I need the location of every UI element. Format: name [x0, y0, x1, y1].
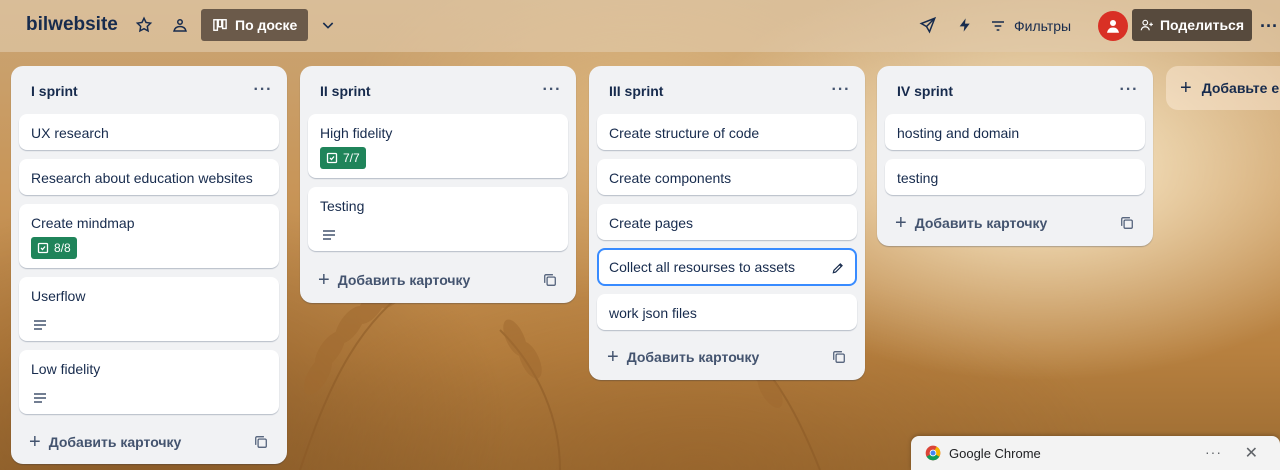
card[interactable]: High fidelity 7/7	[308, 114, 568, 178]
list-menu-button[interactable]: ···	[251, 78, 275, 102]
add-card-button[interactable]: + Добавить карточку	[597, 341, 801, 373]
list-menu-button[interactable]: ···	[540, 78, 564, 102]
card-title: Create structure of code	[609, 125, 760, 141]
card-title: hosting and domain	[897, 125, 1020, 141]
card[interactable]: Research about education websites	[19, 159, 279, 195]
checklist-count: 8/8	[54, 241, 71, 255]
card-title: Userflow	[31, 288, 86, 304]
add-card-label: Добавить карточку	[626, 349, 760, 365]
card-title: Create components	[609, 170, 732, 186]
checklist-icon	[37, 242, 49, 254]
add-card-button[interactable]: + Добавить карточку	[19, 426, 223, 458]
card-title: Testing	[320, 198, 365, 214]
plus-icon: +	[1180, 76, 1192, 99]
checklist-count: 7/7	[343, 151, 360, 165]
add-list-button[interactable]: + Добавьте еще колонку	[1166, 66, 1280, 110]
card-template-icon[interactable]	[538, 268, 562, 292]
list-title[interactable]: II sprint	[320, 83, 371, 99]
board-view-icon	[213, 19, 227, 31]
card-template-icon[interactable]	[827, 345, 851, 369]
chrome-notification[interactable]: Google Chrome ··· ✕	[911, 436, 1280, 470]
card[interactable]: Create structure of code	[597, 114, 857, 150]
add-member-icon	[1140, 19, 1153, 31]
automation-lightning-icon[interactable]	[951, 11, 979, 39]
user-icon	[1107, 20, 1119, 33]
description-icon	[323, 230, 335, 240]
list-menu-button[interactable]: ···	[829, 78, 853, 102]
list-i-sprint: I sprint ··· UX research Research about …	[11, 66, 287, 464]
add-card-button[interactable]: + Добавить карточку	[885, 207, 1089, 239]
chrome-logo-icon	[925, 445, 941, 461]
plus-icon: +	[895, 212, 907, 234]
card[interactable]: hosting and domain	[885, 114, 1145, 150]
card[interactable]: UX research	[19, 114, 279, 150]
card-title: Create pages	[609, 215, 694, 231]
card[interactable]: testing	[885, 159, 1145, 195]
card-title: Create mindmap	[31, 215, 135, 231]
checklist-badge: 8/8	[31, 237, 77, 259]
add-list-label: Добавьте еще колонку	[1201, 80, 1280, 96]
chevron-down-icon[interactable]	[314, 11, 342, 39]
card-focused[interactable]: Collect all resourses to assets	[597, 248, 857, 286]
list-ii-sprint: II sprint ··· High fidelity 7/7 Testing …	[300, 66, 576, 303]
share-label: Поделиться	[1159, 17, 1245, 33]
list-menu-button[interactable]: ···	[1117, 78, 1141, 102]
pencil-edit-icon[interactable]	[831, 261, 845, 275]
card[interactable]: Testing	[308, 187, 568, 251]
list-iii-sprint: III sprint ··· Create structure of code …	[589, 66, 865, 380]
card[interactable]: Create pages	[597, 204, 857, 240]
list-iv-sprint: IV sprint ··· hosting and domain testing…	[877, 66, 1153, 246]
chrome-notification-menu[interactable]: ···	[1205, 444, 1222, 460]
plus-icon: +	[607, 346, 619, 368]
card-title: testing	[897, 170, 939, 186]
card[interactable]: Create components	[597, 159, 857, 195]
filters-button[interactable]: Фильтры	[990, 12, 1071, 40]
filter-icon	[992, 21, 1004, 31]
close-icon[interactable]: ✕	[1245, 443, 1258, 463]
checklist-icon	[326, 152, 338, 164]
description-icon	[34, 393, 46, 403]
board-view-button[interactable]: По доске	[201, 9, 308, 41]
power-ups-icon[interactable]	[914, 11, 942, 39]
board-header: bilwebsite По доске Фильтры Поделиться ·…	[0, 0, 1280, 52]
filters-label: Фильтры	[1014, 18, 1072, 34]
card[interactable]: Low fidelity	[19, 350, 279, 414]
card-title: UX research	[31, 125, 109, 141]
list-title[interactable]: I sprint	[31, 83, 78, 99]
add-card-label: Добавить карточку	[914, 215, 1048, 231]
board-title[interactable]: bilwebsite	[26, 14, 118, 36]
card-title: Collect all resourses to assets	[609, 259, 795, 275]
workspace-visibility-icon[interactable]	[166, 11, 194, 39]
checklist-badge: 7/7	[320, 147, 366, 169]
card-title: Low fidelity	[31, 361, 101, 377]
add-card-label: Добавить карточку	[337, 272, 471, 288]
card[interactable]: Create mindmap 8/8	[19, 204, 279, 268]
share-button[interactable]: Поделиться	[1132, 9, 1252, 41]
add-card-label: Добавить карточку	[48, 434, 182, 450]
star-icon[interactable]	[130, 11, 158, 39]
list-title[interactable]: IV sprint	[897, 83, 953, 99]
description-icon	[34, 320, 46, 330]
card[interactable]: work json files	[597, 294, 857, 330]
card-template-icon[interactable]	[1115, 211, 1139, 235]
board-menu-button[interactable]: ···	[1258, 12, 1280, 40]
plus-icon: +	[29, 431, 41, 453]
card-title: High fidelity	[320, 125, 393, 141]
card-template-icon[interactable]	[249, 430, 273, 454]
card-title: Research about education websites	[31, 170, 253, 186]
plus-icon: +	[318, 269, 330, 291]
board-view-label: По доске	[235, 17, 298, 33]
list-title[interactable]: III sprint	[609, 83, 663, 99]
card[interactable]: Userflow	[19, 277, 279, 341]
card-title: work json files	[609, 305, 697, 321]
member-avatar[interactable]	[1098, 11, 1128, 41]
add-card-button[interactable]: + Добавить карточку	[308, 264, 512, 296]
chrome-notification-title: Google Chrome	[949, 445, 1041, 461]
